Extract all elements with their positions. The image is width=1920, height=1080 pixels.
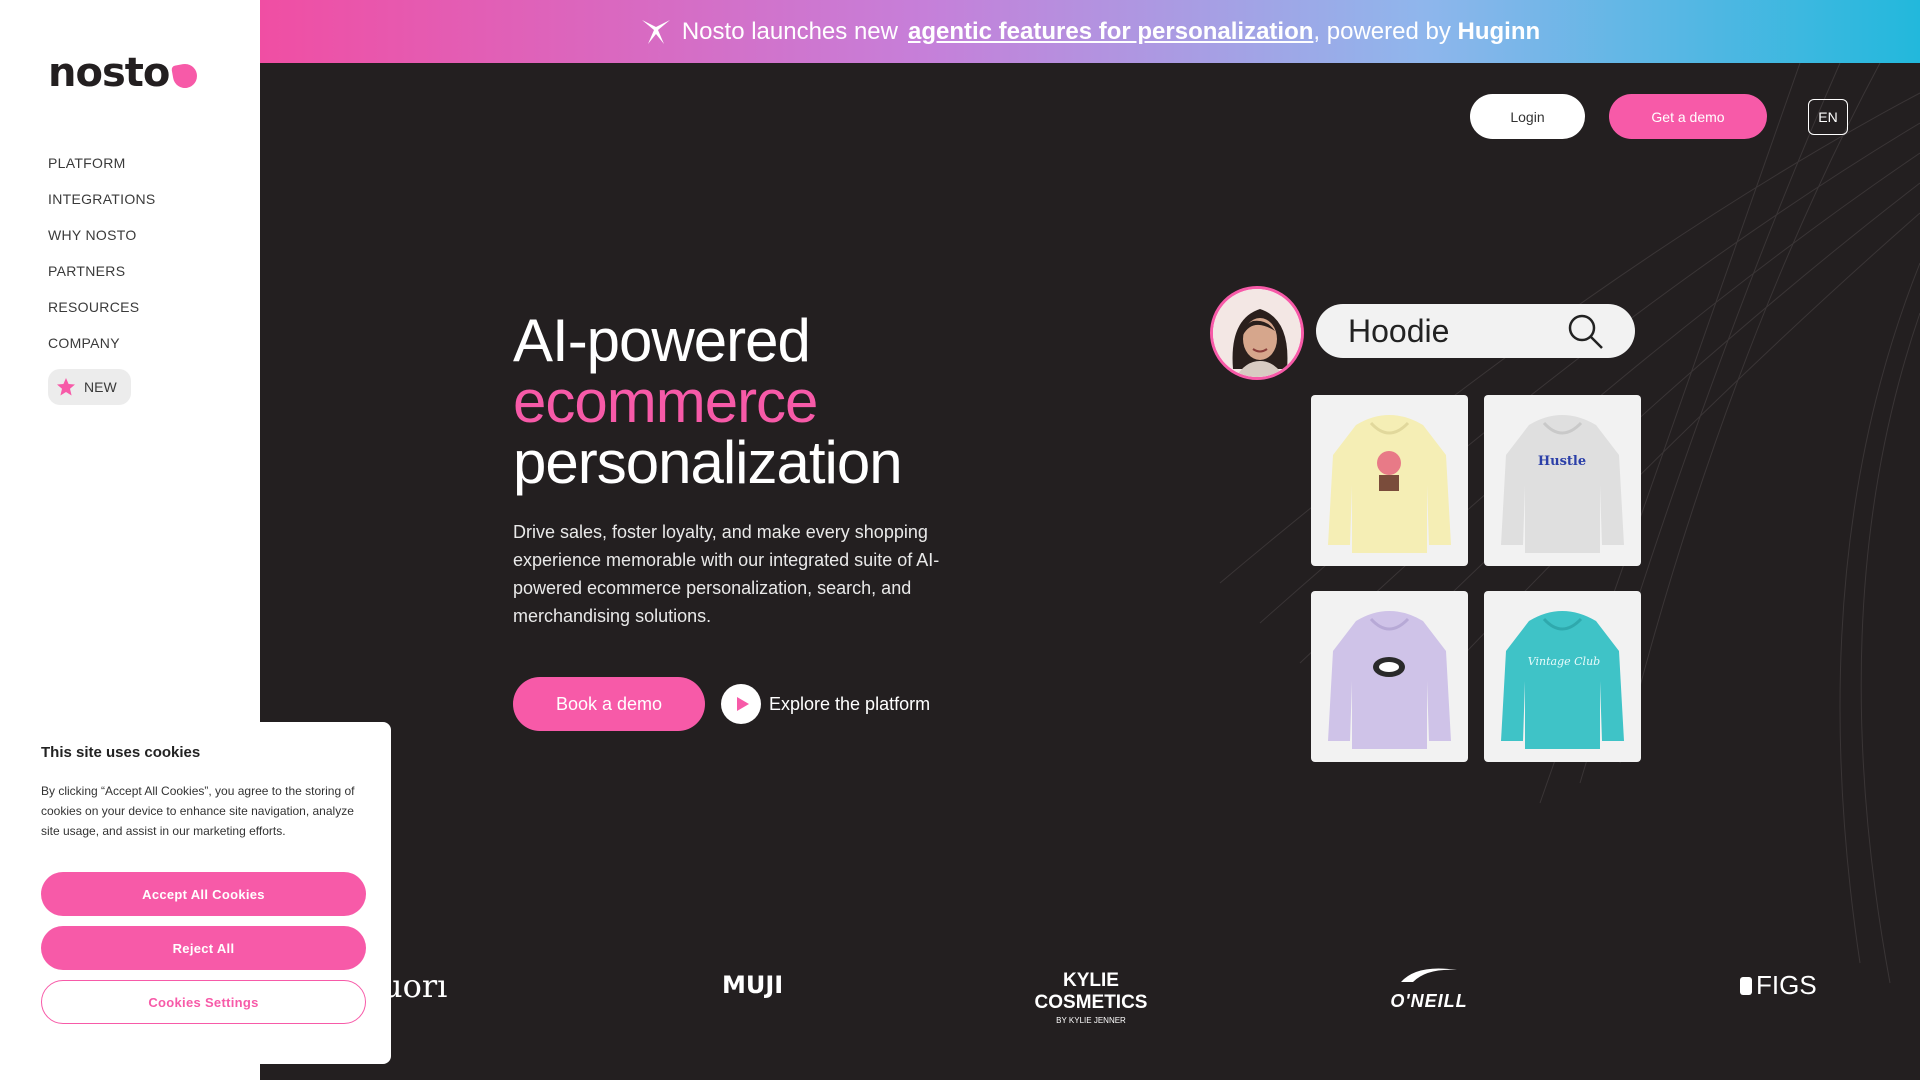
star-icon xyxy=(57,378,75,396)
oneill-wave-icon xyxy=(1401,968,1457,982)
announcement-banner: Nosto launches new agentic features for … xyxy=(260,0,1920,63)
avatar xyxy=(1210,286,1304,380)
cookie-title: This site uses cookies xyxy=(41,744,201,761)
banner-brand: Huginn xyxy=(1457,17,1541,45)
hero-title-line3: personalization xyxy=(513,429,903,496)
brand-logo-figs: FIGS xyxy=(1740,970,1817,1001)
search-icon[interactable] xyxy=(1565,311,1605,351)
new-label: NEW xyxy=(84,379,117,395)
language-selector[interactable]: EN xyxy=(1808,99,1848,135)
product-print-label: Vintage Club xyxy=(1528,655,1600,668)
nav-item-resources[interactable]: RESOURCES xyxy=(48,296,156,332)
brand-logo-kylie-sub: BY KYLIE JENNER xyxy=(1056,1016,1126,1025)
brand-logo-oneill-text: O'NEILL xyxy=(1390,991,1468,1011)
play-icon xyxy=(721,684,761,724)
huginn-bird-icon xyxy=(641,19,670,44)
new-button[interactable]: NEW xyxy=(48,369,131,405)
nav-item-partners[interactable]: PARTNERS xyxy=(48,260,156,296)
get-demo-button[interactable]: Get a demo xyxy=(1609,94,1767,139)
explore-platform-link[interactable]: Explore the platform xyxy=(721,684,930,724)
search-query: Hoodie xyxy=(1348,312,1450,349)
banner-text-prefix: Nosto launches new xyxy=(681,17,898,45)
nav-item-company[interactable]: COMPANY xyxy=(48,332,156,368)
product-card[interactable] xyxy=(1311,591,1468,762)
search-input[interactable]: Hoodie xyxy=(1316,304,1635,358)
reject-all-button[interactable]: Reject All xyxy=(41,926,366,970)
product-print-label: Hustle xyxy=(1538,454,1586,469)
hero-title-line2: ecommerce xyxy=(513,368,818,435)
brand-logo-vuori: uorı xyxy=(382,967,448,1005)
cookie-body: By clicking “Accept All Cookies”, you ag… xyxy=(41,784,355,838)
hero-title: AI-powered ecommerce personalization xyxy=(513,310,1073,493)
nav-item-why-nosto[interactable]: WHY NOSTO xyxy=(48,224,156,260)
figs-mark-icon xyxy=(1740,976,1752,995)
brand-logo-muji: MUJI xyxy=(722,971,784,999)
logo-heart-icon xyxy=(171,62,200,90)
brand-logo-kylie: KYLIE COSMETICS BY KYLIE JENNER xyxy=(1018,970,1164,1025)
hero-cta-row: Book a demo Explore the platform xyxy=(513,677,930,731)
book-demo-button[interactable]: Book a demo xyxy=(513,677,705,731)
main-nav: PLATFORM INTEGRATIONS WHY NOSTO PARTNERS… xyxy=(48,152,156,368)
brand-logo-kylie-text: KYLIE COSMETICS xyxy=(1034,970,1148,1013)
accept-all-cookies-button[interactable]: Accept All Cookies xyxy=(41,872,366,916)
product-card[interactable]: Hustle xyxy=(1484,395,1641,566)
product-card[interactable]: Vintage Club xyxy=(1484,591,1641,762)
hero-title-line1: AI-powered xyxy=(513,307,811,374)
login-button[interactable]: Login xyxy=(1470,94,1585,139)
cookie-settings-button[interactable]: Cookies Settings xyxy=(41,980,366,1024)
customer-logos: uorı MUJI KYLIE COSMETICS BY KYLIE JENNE… xyxy=(260,930,1920,1040)
product-card[interactable] xyxy=(1311,395,1468,566)
nav-item-platform[interactable]: PLATFORM xyxy=(48,152,156,188)
nosto-logo[interactable]: nosto xyxy=(48,50,200,96)
hero-description: Drive sales, foster loyalty, and make ev… xyxy=(513,522,940,626)
hero-section: AI-powered ecommerce personalization Dri… xyxy=(513,310,1073,630)
banner-link[interactable]: agentic features for personalization xyxy=(908,18,1313,45)
explore-label: Explore the platform xyxy=(769,693,931,714)
brand-logo-figs-text: FIGS xyxy=(1756,970,1817,1000)
nav-item-integrations[interactable]: INTEGRATIONS xyxy=(48,188,156,224)
banner-text-middle: , powered by xyxy=(1313,17,1451,45)
brand-logo-oneill: O'NEILL xyxy=(1382,964,1476,1012)
logo-text: nosto xyxy=(48,50,170,96)
cookie-banner: This site uses cookies By clicking “Acce… xyxy=(15,722,391,1064)
